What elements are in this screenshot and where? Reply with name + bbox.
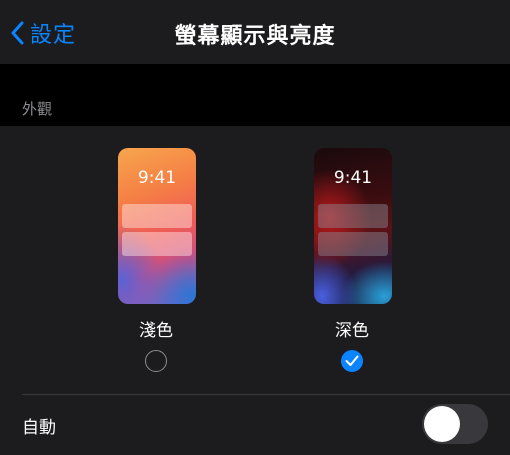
dark-mode-preview[interactable]: 9:41 (314, 148, 392, 304)
radio-dark[interactable] (341, 350, 363, 372)
option-label-dark: 深色 (335, 321, 369, 341)
light-mode-preview[interactable]: 9:41 (118, 148, 196, 304)
checkmark-icon (345, 355, 359, 366)
preview-notification (122, 204, 192, 228)
preview-time: 9:41 (333, 168, 373, 188)
section-header-appearance: 外觀 (22, 100, 53, 118)
appearance-option-dark[interactable]: 9:41 深色 (282, 126, 422, 376)
toggle-knob[interactable] (424, 406, 460, 442)
automatic-label: 自動 (22, 418, 56, 438)
radio-light[interactable] (145, 350, 167, 372)
preview-notification (318, 232, 388, 256)
navigation-bar: 設定 螢幕顯示與亮度 (0, 0, 510, 64)
automatic-toggle[interactable] (422, 404, 488, 444)
preview-notification (318, 204, 388, 228)
automatic-row: 自動 (0, 395, 510, 455)
appearance-option-light[interactable]: 9:41 淺色 (86, 126, 226, 376)
option-label-light: 淺色 (139, 321, 173, 341)
preview-time: 9:41 (137, 168, 177, 188)
preview-notification (122, 232, 192, 256)
page-title: 螢幕顯示與亮度 (174, 24, 336, 49)
appearance-group: 9:41 淺色 9:41 深色 自動 (0, 126, 510, 455)
